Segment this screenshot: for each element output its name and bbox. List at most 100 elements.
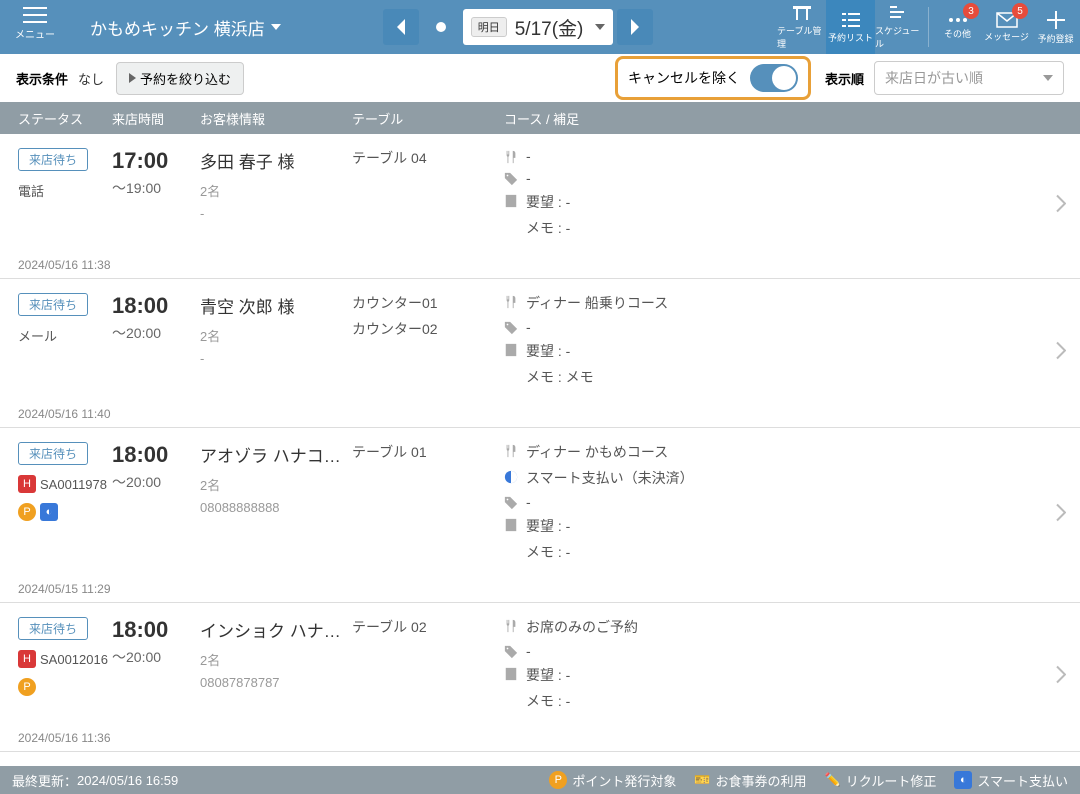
today-button[interactable] [423,9,459,45]
date-relative-badge: 明日 [471,17,507,37]
date-picker[interactable]: 明日 5/17(金) [463,9,614,45]
customer-cell: 青空 次郎 様 2名 - [200,293,352,393]
customer-name: 青空 次郎 様 [200,293,352,318]
table-name: テーブル 04 [352,148,504,168]
store-name: かもめキッチン 横浜店 [90,15,265,40]
chevron-right-icon [1056,195,1066,218]
table-name: カウンター01 [352,293,504,313]
sort-select-wrapper: 来店日が古い順 [874,61,1064,95]
reservation-list-button[interactable]: 予約リスト [826,0,875,54]
exclude-cancelled-toggle[interactable] [750,64,798,92]
store-selector[interactable]: かもめキッチン 横浜店 [90,15,281,40]
caret-down-icon [271,24,281,30]
header-toolbar: テーブル管理 予約リスト スケジュール その他 3 メッセージ 5 予約登録 [777,0,1080,54]
table-cell: テーブル 02 [352,617,504,717]
dot-icon [436,22,446,32]
start-time: 18:00 [112,293,200,319]
tag-row: - [504,319,1062,335]
memo-row: メモ : - [504,218,1062,238]
message-button[interactable]: メッセージ 5 [982,0,1031,54]
reservation-row[interactable]: 来店待ち メール 18:00 ～20:00 青空 次郎 様 2名 - カウンター… [0,279,1080,428]
reservation-row[interactable]: 来店待ち H SA0012016 P 18:00 ～20:00 インショク ハナ… [0,603,1080,752]
table-cell: テーブル 01 [352,442,504,568]
memo-row: メモ : メモ [504,367,1062,387]
end-time: ～20:00 [112,323,200,343]
course-cell: お席のみのご予約 - 要望 : - メモ : - [504,617,1062,717]
reservation-icons: P [18,678,112,696]
tag-row: - [504,494,1062,510]
tag-row: - [504,643,1062,659]
filter-button[interactable]: 予約を絞り込む [116,62,244,95]
exclude-cancelled-control: キャンセルを除く [615,56,811,100]
chevron-right-icon [1056,342,1066,365]
created-timestamp: 2024/05/16 11:40 [18,407,1062,421]
customer-cell: 多田 春子 様 2名 - [200,148,352,244]
filter-conditions-label: 表示条件 [16,69,68,88]
divider [928,7,929,47]
smartpay-row: スマート支払い（未決済） [504,468,1062,488]
status-cell: 来店待ち 電話 [18,148,112,244]
tag-row: - [504,170,1062,186]
next-day-button[interactable] [617,9,653,45]
legend-ticket: 🎫お食事券の利用 [694,771,806,790]
customer-phone: 08088888888 [200,500,352,515]
reservation-source: メール [18,326,112,345]
col-course: コース / 補足 [504,109,1062,128]
menu-button[interactable]: メニュー [0,0,70,54]
exclude-cancelled-label: キャンセルを除く [628,68,740,88]
status-badge: 来店待ち [18,148,88,171]
point-icon: P [18,678,36,696]
course-row: お席のみのご予約 [504,617,1062,637]
status-cell: 来店待ち メール [18,293,112,393]
app-header: メニュー かもめキッチン 横浜店 明日 5/17(金) テーブル管理 予約リスト [0,0,1080,54]
table-cell: テーブル 04 [352,148,504,244]
legend: Pポイント発行対象 🎫お食事券の利用 ✏️リクルート修正 ◐スマート支払い [549,771,1068,790]
other-button[interactable]: その他 3 [933,0,982,54]
course-row: - [504,148,1062,164]
schedule-button[interactable]: スケジュール [875,0,924,54]
chevron-right-icon [1056,504,1066,527]
customer-phone: - [200,206,352,221]
status-badge: 来店待ち [18,442,88,465]
start-time: 18:00 [112,442,200,468]
filter-value: なし [78,69,104,88]
memo-row: メモ : - [504,542,1062,562]
date-text: 5/17(金) [515,14,584,41]
customer-name: インショク ハナ… [200,617,352,642]
point-icon: P [18,503,36,521]
request-row: 要望 : - [504,665,1062,685]
last-updated-label: 最終更新： [12,771,77,790]
customer-cell: インショク ハナ… 2名 08087878787 [200,617,352,717]
col-table: テーブル [352,109,504,128]
party-count: 2名 [200,326,352,345]
reservation-row[interactable]: 来店待ち 電話 17:00 ～19:00 多田 春子 様 2名 - テーブル 0… [0,134,1080,279]
notification-badge: 3 [963,3,979,19]
status-badge: 来店待ち [18,293,88,316]
status-cell: 来店待ち H SA0011978 P ◐ [18,442,112,568]
reservation-source: 電話 [18,181,112,200]
created-timestamp: 2024/05/16 11:38 [18,258,1062,272]
customer-name: アオゾラ ハナコ… [200,442,352,467]
request-row: 要望 : - [504,341,1062,361]
reservation-list: 来店待ち 電話 17:00 ～19:00 多田 春子 様 2名 - テーブル 0… [0,134,1080,752]
hotpepper-icon: H [18,475,36,493]
table-management-button[interactable]: テーブル管理 [777,0,826,54]
party-count: 2名 [200,475,352,494]
caret-down-icon [1043,75,1053,81]
reservation-row[interactable]: 来店待ち H SA0011978 P ◐ 18:00 ～20:00 アオゾラ ハ… [0,428,1080,603]
menu-label: メニュー [15,26,55,41]
course-row: ディナー 船乗りコース [504,293,1062,313]
status-badge: 来店待ち [18,617,88,640]
memo-row: メモ : - [504,691,1062,711]
customer-phone: 08087878787 [200,675,352,690]
start-time: 17:00 [112,148,200,174]
sort-select[interactable]: 来店日が古い順 [874,61,1064,95]
reservation-icons: P ◐ [18,503,112,521]
start-time: 18:00 [112,617,200,643]
prev-day-button[interactable] [383,9,419,45]
end-time: ～20:00 [112,472,200,492]
notification-badge: 5 [1012,3,1028,19]
col-status: ステータス [18,109,112,128]
toggle-knob [772,66,796,90]
register-button[interactable]: 予約登録 [1031,0,1080,54]
